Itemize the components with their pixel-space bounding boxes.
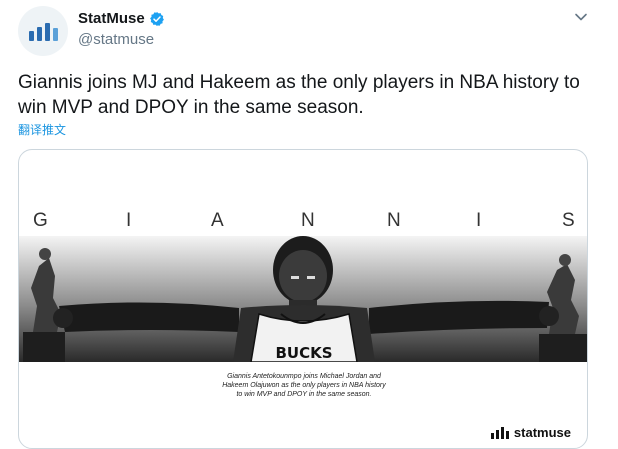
headline-letter: N [387, 210, 401, 231]
avatar-bar [44, 23, 50, 41]
headline-letter: I [126, 210, 132, 231]
avatar-bar [36, 27, 42, 41]
headline-letter: I [476, 210, 482, 231]
headline-letters: G I A N N I S [19, 210, 587, 236]
logo-text: statmuse [513, 425, 571, 440]
logo-bar [495, 430, 499, 439]
chevron-down-icon[interactable] [574, 10, 588, 24]
avatar-bar [28, 31, 34, 41]
giannis-illustration: BUCKS [19, 236, 587, 362]
card-caption: Giannis Antetokounmpo joins Michael Jord… [19, 372, 587, 399]
handle[interactable]: @statmuse [78, 31, 154, 48]
author-name-row: StatMuse [78, 10, 165, 27]
display-name[interactable]: StatMuse [78, 10, 145, 27]
statmuse-logo: statmuse [490, 425, 571, 440]
translate-tweet-link[interactable]: 翻译推文 [18, 121, 66, 138]
logo-bar [505, 431, 509, 439]
headline-letter: N [301, 210, 315, 231]
avatar[interactable] [18, 6, 68, 56]
caption-line: Giannis Antetokounmpo joins Michael Jord… [227, 373, 381, 380]
caption-line: to win MVP and DPOY in the same season. [236, 391, 372, 398]
headline-letter: A [211, 210, 224, 231]
tweet-text: Giannis joins MJ and Hakeem as the only … [18, 72, 580, 118]
caption-line: Hakeem Olajuwon as the only players in N… [222, 382, 386, 389]
headline-letter: G [33, 210, 48, 231]
headline-letter: S [562, 210, 575, 231]
verified-badge-icon [149, 11, 164, 26]
logo-bar [500, 427, 504, 439]
jersey-text: BUCKS [275, 344, 332, 362]
avatar-bar [52, 28, 58, 41]
logo-bar [490, 433, 494, 439]
media-card[interactable]: G I A N N I S BUCKS Giannis Antetokounmp… [18, 149, 588, 449]
